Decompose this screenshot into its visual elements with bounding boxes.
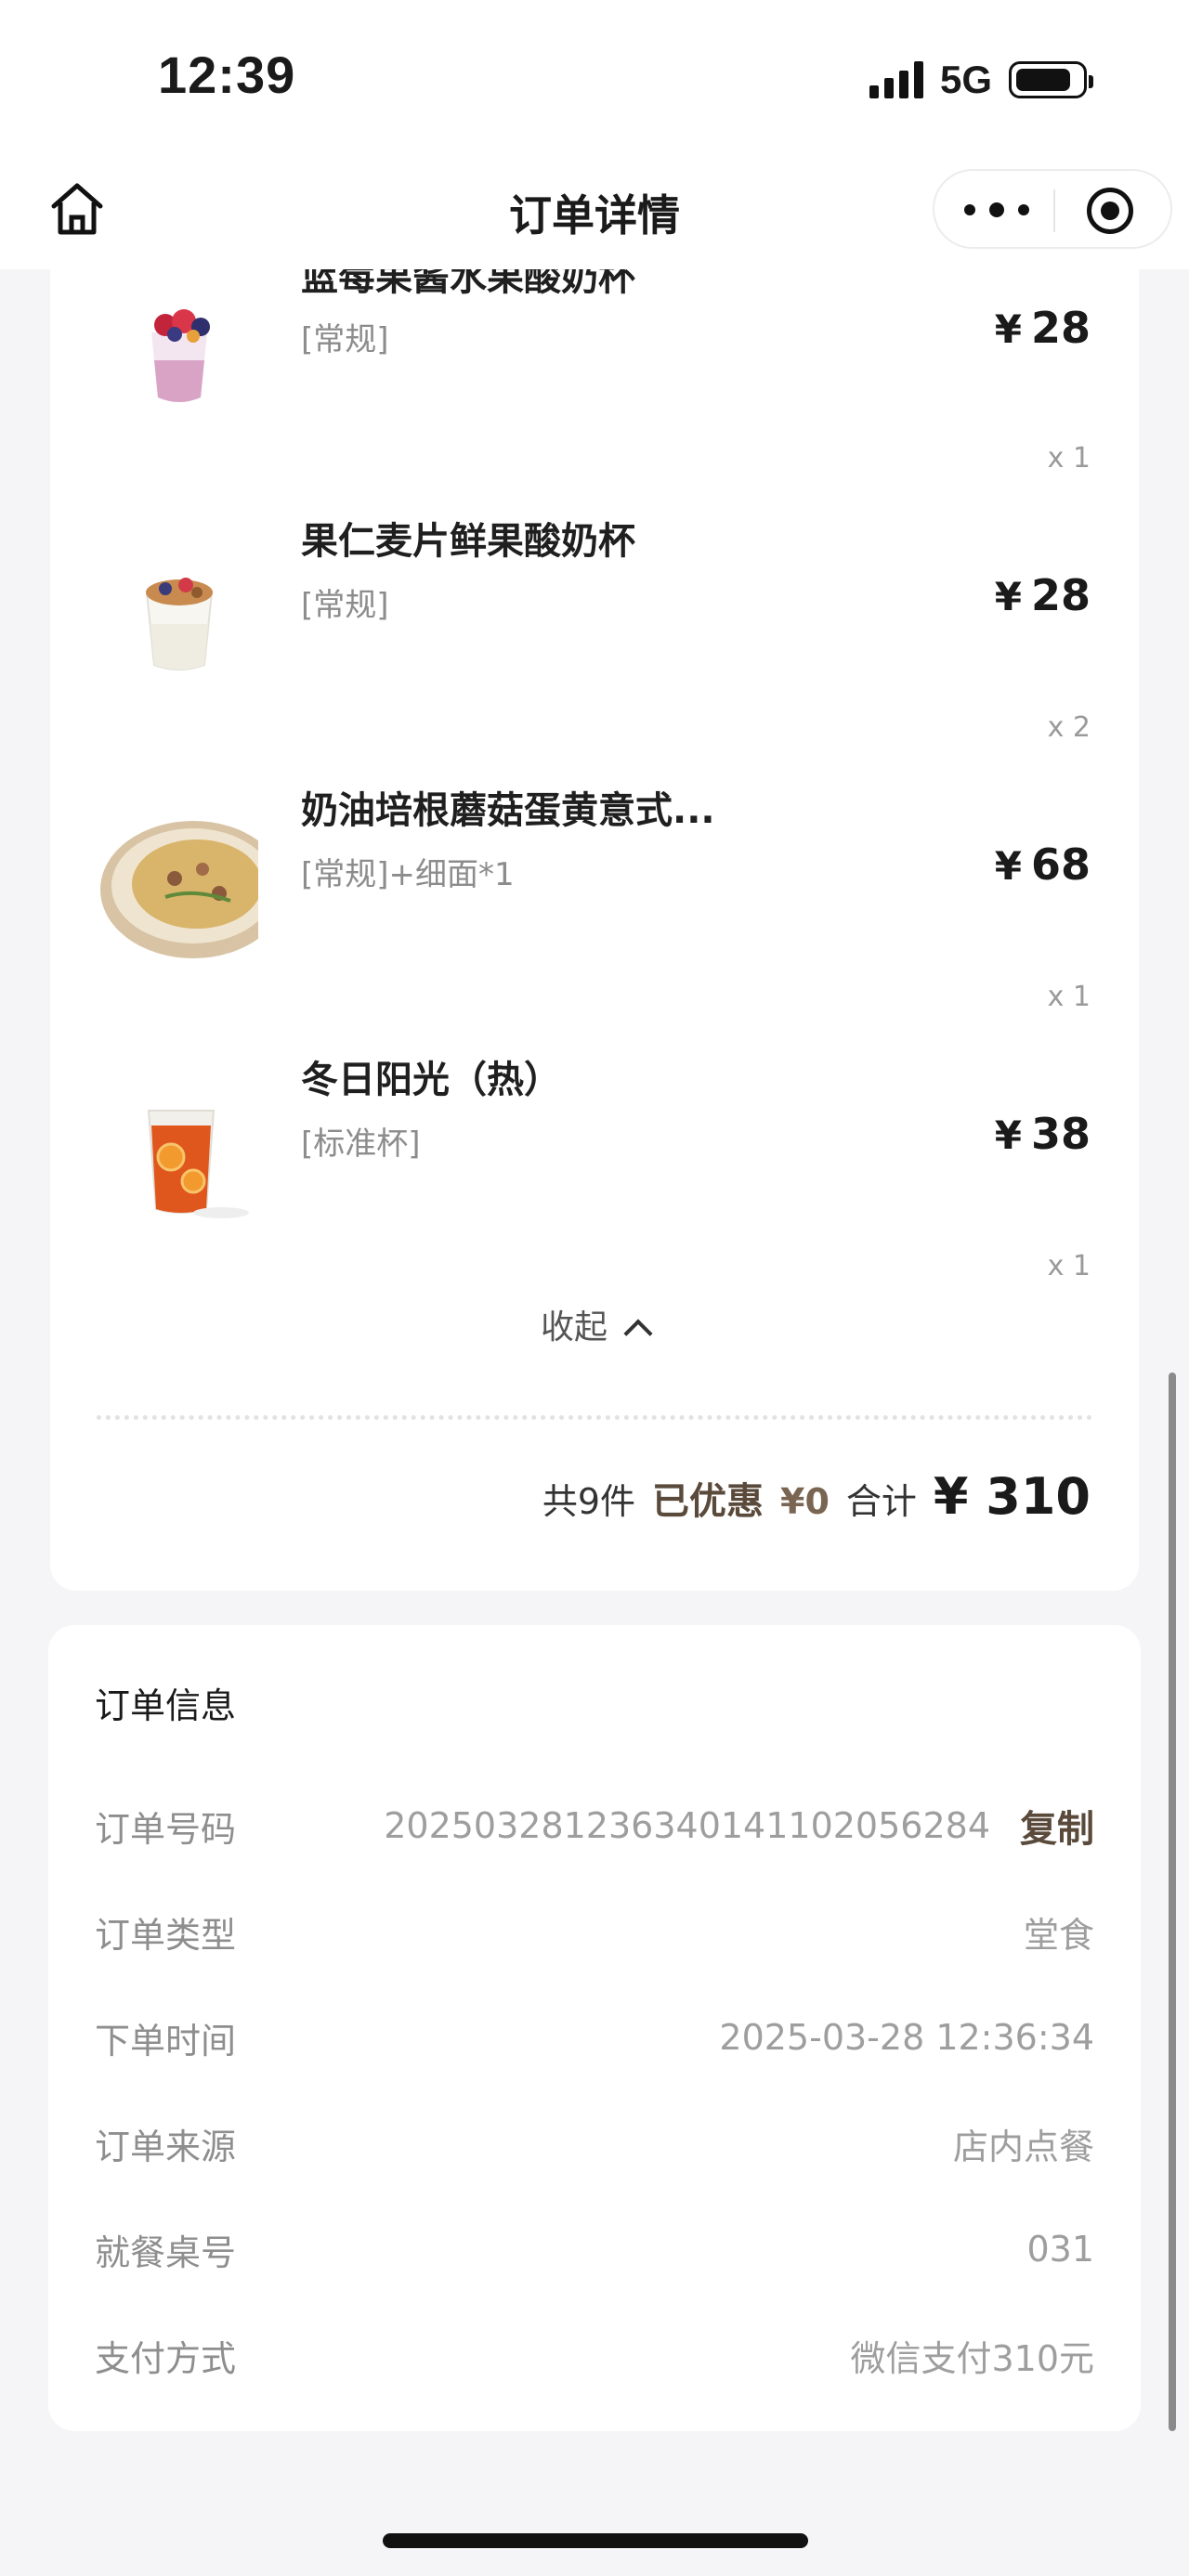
collapse-button[interactable]: 收起 <box>50 1300 1139 1348</box>
item-name: 果仁麦片鲜果酸奶杯 <box>301 520 635 563</box>
nav-bar: 订单详情 <box>0 158 1189 269</box>
total-value: ¥ 310 <box>933 1467 1091 1526</box>
price-value: 28 <box>1030 303 1091 353</box>
info-row-order-time: 下单时间 2025-03-28 12:36:34 <box>95 2010 1094 2065</box>
more-icon[interactable] <box>964 196 1029 224</box>
scroll-viewport[interactable]: 蓝莓果酱水果酸奶杯 [常规] ¥28 x 1 果仁麦片鲜果酸奶杯 [常规] ¥ … <box>0 269 1189 2576</box>
battery-icon <box>1009 61 1093 98</box>
granola-yogurt-image <box>100 535 258 693</box>
total-label: 合计 <box>845 1481 917 1522</box>
order-summary: 共9件 已优惠 ¥0 合计 ¥ 310 <box>542 1467 1091 1526</box>
info-value: 店内点餐 <box>952 2126 1094 2167</box>
status-bar: 12:39 5G <box>0 0 1189 158</box>
info-row-payment-method: 支付方式 微信支付310元 <box>95 2327 1094 2383</box>
item-price: ¥68 <box>995 839 1091 890</box>
target-icon[interactable] <box>1087 188 1133 234</box>
info-row-table-number: 就餐桌号 031 <box>95 2221 1094 2277</box>
copy-button[interactable]: 复制 <box>1020 1799 1094 1853</box>
list-item[interactable]: 蓝莓果酱水果酸奶杯 [常规] ¥28 x 1 <box>50 269 1139 501</box>
mini-program-capsule <box>933 169 1172 249</box>
list-item[interactable]: 奶油培根蘑菇蛋黄意式... [常规]+细面*1 ¥68 x 1 <box>50 771 1139 1040</box>
item-name: 蓝莓果酱水果酸奶杯 <box>301 269 635 299</box>
price-value: 28 <box>1030 570 1091 620</box>
currency-symbol: ¥ <box>994 1112 1022 1158</box>
item-spec: [标准杯] <box>301 1125 421 1163</box>
divider <box>97 1415 1092 1420</box>
info-label: 就餐桌号 <box>95 2231 237 2273</box>
pasta-image <box>100 804 258 962</box>
capsule-divider <box>1053 189 1055 232</box>
price-value: 38 <box>1030 1109 1091 1159</box>
item-quantity: x 1 <box>1047 1250 1091 1282</box>
status-indicators: 5G <box>869 58 1093 102</box>
network-label: 5G <box>939 58 992 101</box>
info-label: 下单时间 <box>95 2020 237 2062</box>
currency-symbol: ¥ <box>994 306 1022 352</box>
info-value: 031 <box>1026 2229 1094 2270</box>
discount-label: 已优惠 <box>652 1480 764 1523</box>
collapse-label: 收起 <box>540 1308 608 1347</box>
item-price: ¥38 <box>995 1109 1091 1159</box>
scrollbar[interactable] <box>1169 1373 1176 2431</box>
info-value: 2025-03-28 12:36:34 <box>719 2017 1094 2058</box>
item-name: 奶油培根蘑菇蛋黄意式... <box>301 789 715 832</box>
item-quantity: x 1 <box>1047 442 1091 475</box>
info-value: 微信支付310元 <box>850 2337 1094 2379</box>
item-count: 共9件 <box>542 1481 635 1522</box>
list-item[interactable]: 果仁麦片鲜果酸奶杯 [常规] ¥28 x 2 <box>50 501 1139 771</box>
order-number-value: 20250328123634014110205628​4 <box>384 1805 990 1846</box>
price-value: 68 <box>1030 839 1091 890</box>
info-row-order-number: 订单号码 20250328123634014110205628​4 复制 <box>95 1798 1094 1854</box>
info-label: 订单类型 <box>95 1914 237 1956</box>
chevron-up-icon <box>623 1319 653 1348</box>
item-spec: [常规] <box>301 321 389 358</box>
info-value: 堂食 <box>1023 1914 1094 1956</box>
item-name: 冬日阳光（热） <box>301 1059 561 1101</box>
tea-image <box>100 1073 258 1231</box>
currency-symbol: ¥ <box>994 843 1022 889</box>
item-price: ¥28 <box>995 570 1091 620</box>
info-label: 订单来源 <box>95 2126 237 2167</box>
item-spec: [常规]+细面*1 <box>301 856 515 893</box>
item-quantity: x 1 <box>1047 981 1091 1013</box>
signal-icon <box>869 61 923 98</box>
item-spec: [常规] <box>301 587 389 624</box>
berry-yogurt-image <box>100 269 258 425</box>
currency-symbol: ¥ <box>994 574 1022 619</box>
info-label: 订单号码 <box>95 1808 237 1850</box>
item-quantity: x 2 <box>1047 711 1091 744</box>
status-time: 12:39 <box>158 46 296 104</box>
list-item[interactable]: 冬日阳光（热） [标准杯] ¥38 x 1 <box>50 1040 1139 1309</box>
info-row-order-source: 订单来源 店内点餐 <box>95 2115 1094 2171</box>
order-info-card: 订单信息 订单号码 20250328123634014110205628​4 复… <box>48 1625 1141 2431</box>
discount-value: ¥0 <box>780 1481 830 1522</box>
item-price: ¥28 <box>995 303 1091 353</box>
info-row-order-type: 订单类型 堂食 <box>95 1904 1094 1959</box>
order-info-title: 订单信息 <box>95 1685 237 1726</box>
home-indicator[interactable] <box>383 2533 808 2548</box>
order-detail-page: 蓝莓果酱水果酸奶杯 [常规] ¥28 x 1 果仁麦片鲜果酸奶杯 [常规] ¥ … <box>0 0 1189 2576</box>
items-card: 蓝莓果酱水果酸奶杯 [常规] ¥28 x 1 果仁麦片鲜果酸奶杯 [常规] ¥ … <box>50 269 1139 1591</box>
info-label: 支付方式 <box>95 2337 237 2379</box>
